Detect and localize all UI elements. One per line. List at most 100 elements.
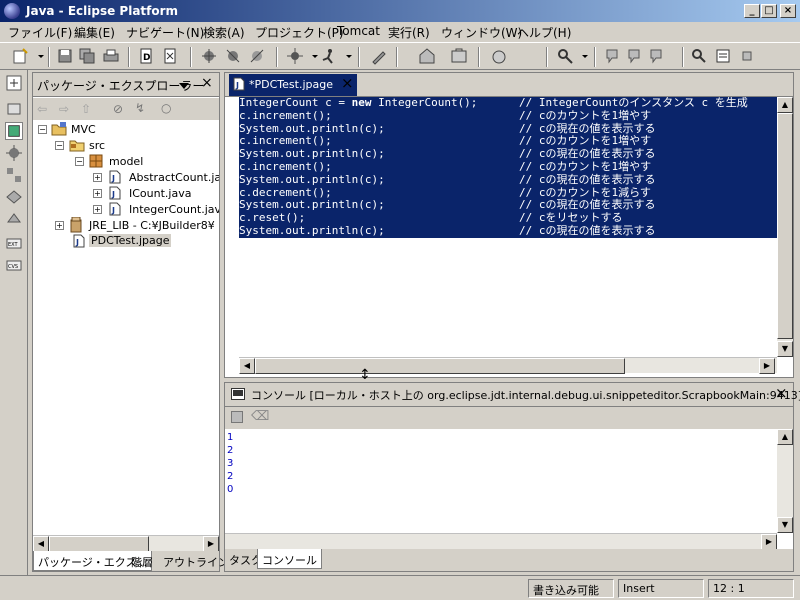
run-icon[interactable] bbox=[224, 47, 242, 65]
scroll-down-arrow-icon[interactable]: ▼ bbox=[777, 517, 793, 533]
expand-toggle-icon[interactable]: + bbox=[55, 221, 64, 230]
menu-navigate[interactable]: ナビゲート(N) bbox=[126, 24, 204, 41]
java-perspective-icon[interactable] bbox=[5, 122, 23, 140]
package-explorer-header: パッケージ・エクスプローラー × bbox=[33, 73, 219, 97]
new-class-icon[interactable] bbox=[450, 47, 468, 65]
scroll-up-arrow-icon[interactable]: ▲ bbox=[777, 429, 793, 445]
menu-project[interactable]: プロジェクト(P) bbox=[255, 24, 344, 41]
menu-edit[interactable]: 編集(E) bbox=[74, 24, 115, 41]
team-perspective-icon[interactable] bbox=[5, 188, 23, 206]
expand-toggle-icon[interactable]: + bbox=[93, 205, 102, 214]
tree-item-integercount-java[interactable]: IntegerCount.java bbox=[129, 203, 219, 216]
tree-item-icount-java[interactable]: ICount.java bbox=[129, 187, 191, 200]
editor-hscrollbar[interactable]: ◀ ▶ bbox=[239, 357, 777, 374]
debug-icon[interactable] bbox=[200, 47, 218, 65]
console-vscrollbar[interactable]: ▲ ▼ bbox=[777, 429, 793, 533]
chevron-down-icon[interactable] bbox=[32, 47, 44, 65]
menu-tomcat[interactable]: Tomcat bbox=[337, 24, 380, 38]
menu-search[interactable]: 検索(A) bbox=[203, 24, 245, 41]
package-tree-hscrollbar[interactable]: ◀ ▶ bbox=[33, 535, 219, 552]
close-window-button[interactable]: × bbox=[780, 4, 796, 18]
collapse-toggle-icon[interactable]: − bbox=[55, 141, 64, 150]
tree-item-jre-lib[interactable]: JRE_LIB - C:¥JBuilder8¥ bbox=[89, 219, 215, 232]
scroll-thumb[interactable] bbox=[777, 113, 793, 339]
console-hscrollbar[interactable]: ▶ bbox=[225, 533, 777, 550]
minimize-button[interactable]: _ bbox=[744, 4, 760, 18]
stop-icon[interactable] bbox=[738, 47, 756, 65]
print-icon[interactable] bbox=[102, 47, 120, 65]
view-menu-chevron-icon[interactable] bbox=[179, 79, 189, 93]
menu-file[interactable]: ファイル(F) bbox=[8, 24, 72, 41]
debug-launch-icon[interactable] bbox=[286, 47, 304, 65]
ext-perspective-icon[interactable]: EXT bbox=[5, 234, 23, 252]
java-browsing-perspective-icon[interactable] bbox=[5, 166, 23, 184]
scroll-right-arrow-icon[interactable]: ▶ bbox=[203, 536, 219, 552]
scroll-left-arrow-icon[interactable]: ◀ bbox=[239, 358, 255, 374]
scroll-left-arrow-icon[interactable]: ◀ bbox=[33, 536, 49, 552]
scroll-up-arrow-icon[interactable]: ▲ bbox=[777, 97, 793, 113]
open-browser-icon[interactable] bbox=[490, 47, 508, 65]
tab-hierarchy[interactable]: 階層 bbox=[127, 551, 157, 571]
collapse-toggle-icon[interactable]: − bbox=[38, 125, 47, 134]
close-tab-icon[interactable]: × bbox=[341, 74, 354, 92]
plugin-perspective-icon[interactable] bbox=[5, 210, 23, 228]
tree-item-project[interactable]: MVC bbox=[71, 123, 96, 136]
window-title-bar[interactable]: Java - Eclipse Platform _ □ × bbox=[0, 0, 800, 22]
previous-annotation-icon[interactable] bbox=[626, 47, 644, 65]
back-arrow-icon[interactable]: ⇦ bbox=[37, 102, 47, 116]
tab-console[interactable]: コンソール bbox=[257, 549, 322, 569]
pen-icon[interactable] bbox=[370, 47, 388, 65]
terminate-icon[interactable] bbox=[231, 411, 243, 423]
code-editor[interactable]: IntegerCount c = new IntegerCount(); // I… bbox=[239, 97, 779, 357]
tree-item-pdctest-jpage[interactable]: PDCTest.jpage bbox=[89, 234, 172, 247]
maximize-button[interactable]: □ bbox=[761, 4, 777, 18]
tree-item-model-package[interactable]: model bbox=[109, 155, 143, 168]
chevron-down-icon[interactable] bbox=[576, 47, 588, 65]
expand-toggle-icon[interactable]: + bbox=[93, 189, 102, 198]
back-icon[interactable] bbox=[648, 47, 666, 65]
collapse-all-icon[interactable]: ○ bbox=[161, 101, 171, 115]
new-wizard-icon[interactable] bbox=[12, 47, 30, 65]
filter-icon[interactable]: ⊘ bbox=[113, 102, 123, 116]
open-perspective-icon[interactable] bbox=[5, 74, 23, 92]
expand-toggle-icon[interactable]: + bbox=[93, 173, 102, 182]
editor-tab-pdctest[interactable]: J *PDCTest.jpage bbox=[229, 74, 357, 96]
search-launch-icon[interactable] bbox=[556, 47, 574, 65]
menu-run[interactable]: 実行(R) bbox=[388, 24, 430, 41]
chevron-down-icon[interactable] bbox=[306, 47, 318, 65]
scroll-thumb[interactable] bbox=[255, 358, 625, 374]
menu-window[interactable]: ウィンドウ(W) bbox=[441, 24, 522, 41]
run-launch-icon[interactable] bbox=[320, 47, 338, 65]
new-package-icon[interactable] bbox=[418, 47, 436, 65]
debug-perspective-icon[interactable] bbox=[5, 144, 23, 162]
link-with-editor-icon[interactable]: ↯ bbox=[135, 101, 145, 115]
close-view-icon[interactable]: × bbox=[775, 384, 788, 402]
next-annotation-icon[interactable] bbox=[604, 47, 622, 65]
save-icon[interactable] bbox=[56, 47, 74, 65]
tree-item-src[interactable]: src bbox=[89, 139, 105, 152]
scroll-right-arrow-icon[interactable]: ▶ bbox=[761, 534, 777, 550]
menu-help[interactable]: ヘルプ(H) bbox=[517, 24, 571, 41]
forward-arrow-icon[interactable]: ⇨ bbox=[59, 102, 69, 116]
scroll-thumb[interactable] bbox=[49, 536, 149, 552]
up-arrow-icon[interactable]: ⇧ bbox=[81, 102, 91, 116]
chevron-down-icon[interactable] bbox=[340, 47, 352, 65]
scroll-down-arrow-icon[interactable]: ▼ bbox=[777, 341, 793, 357]
open-type-icon[interactable]: D bbox=[138, 47, 156, 65]
external-tools-icon[interactable] bbox=[248, 47, 266, 65]
tab-outline[interactable]: アウトライン bbox=[159, 551, 233, 571]
console-output[interactable]: 1 2 3 2 0 bbox=[225, 429, 777, 533]
clear-console-icon[interactable]: ⌫ bbox=[251, 409, 269, 424]
resource-perspective-icon[interactable] bbox=[5, 100, 23, 118]
search-icon[interactable] bbox=[690, 47, 708, 65]
close-view-icon[interactable]: × bbox=[201, 75, 213, 91]
editor-vscrollbar[interactable]: ▲ ▼ bbox=[777, 97, 793, 357]
show-source-icon[interactable] bbox=[714, 47, 732, 65]
code-text: c.increment(); bbox=[239, 108, 332, 122]
open-type-hierarchy-icon[interactable] bbox=[162, 47, 180, 65]
tree-item-abstractcount-java[interactable]: AbstractCount.java bbox=[129, 171, 219, 184]
collapse-toggle-icon[interactable]: − bbox=[75, 157, 84, 166]
cvs-perspective-icon[interactable]: CVS bbox=[5, 256, 23, 274]
scroll-right-arrow-icon[interactable]: ▶ bbox=[759, 358, 775, 374]
save-all-icon[interactable] bbox=[78, 47, 96, 65]
